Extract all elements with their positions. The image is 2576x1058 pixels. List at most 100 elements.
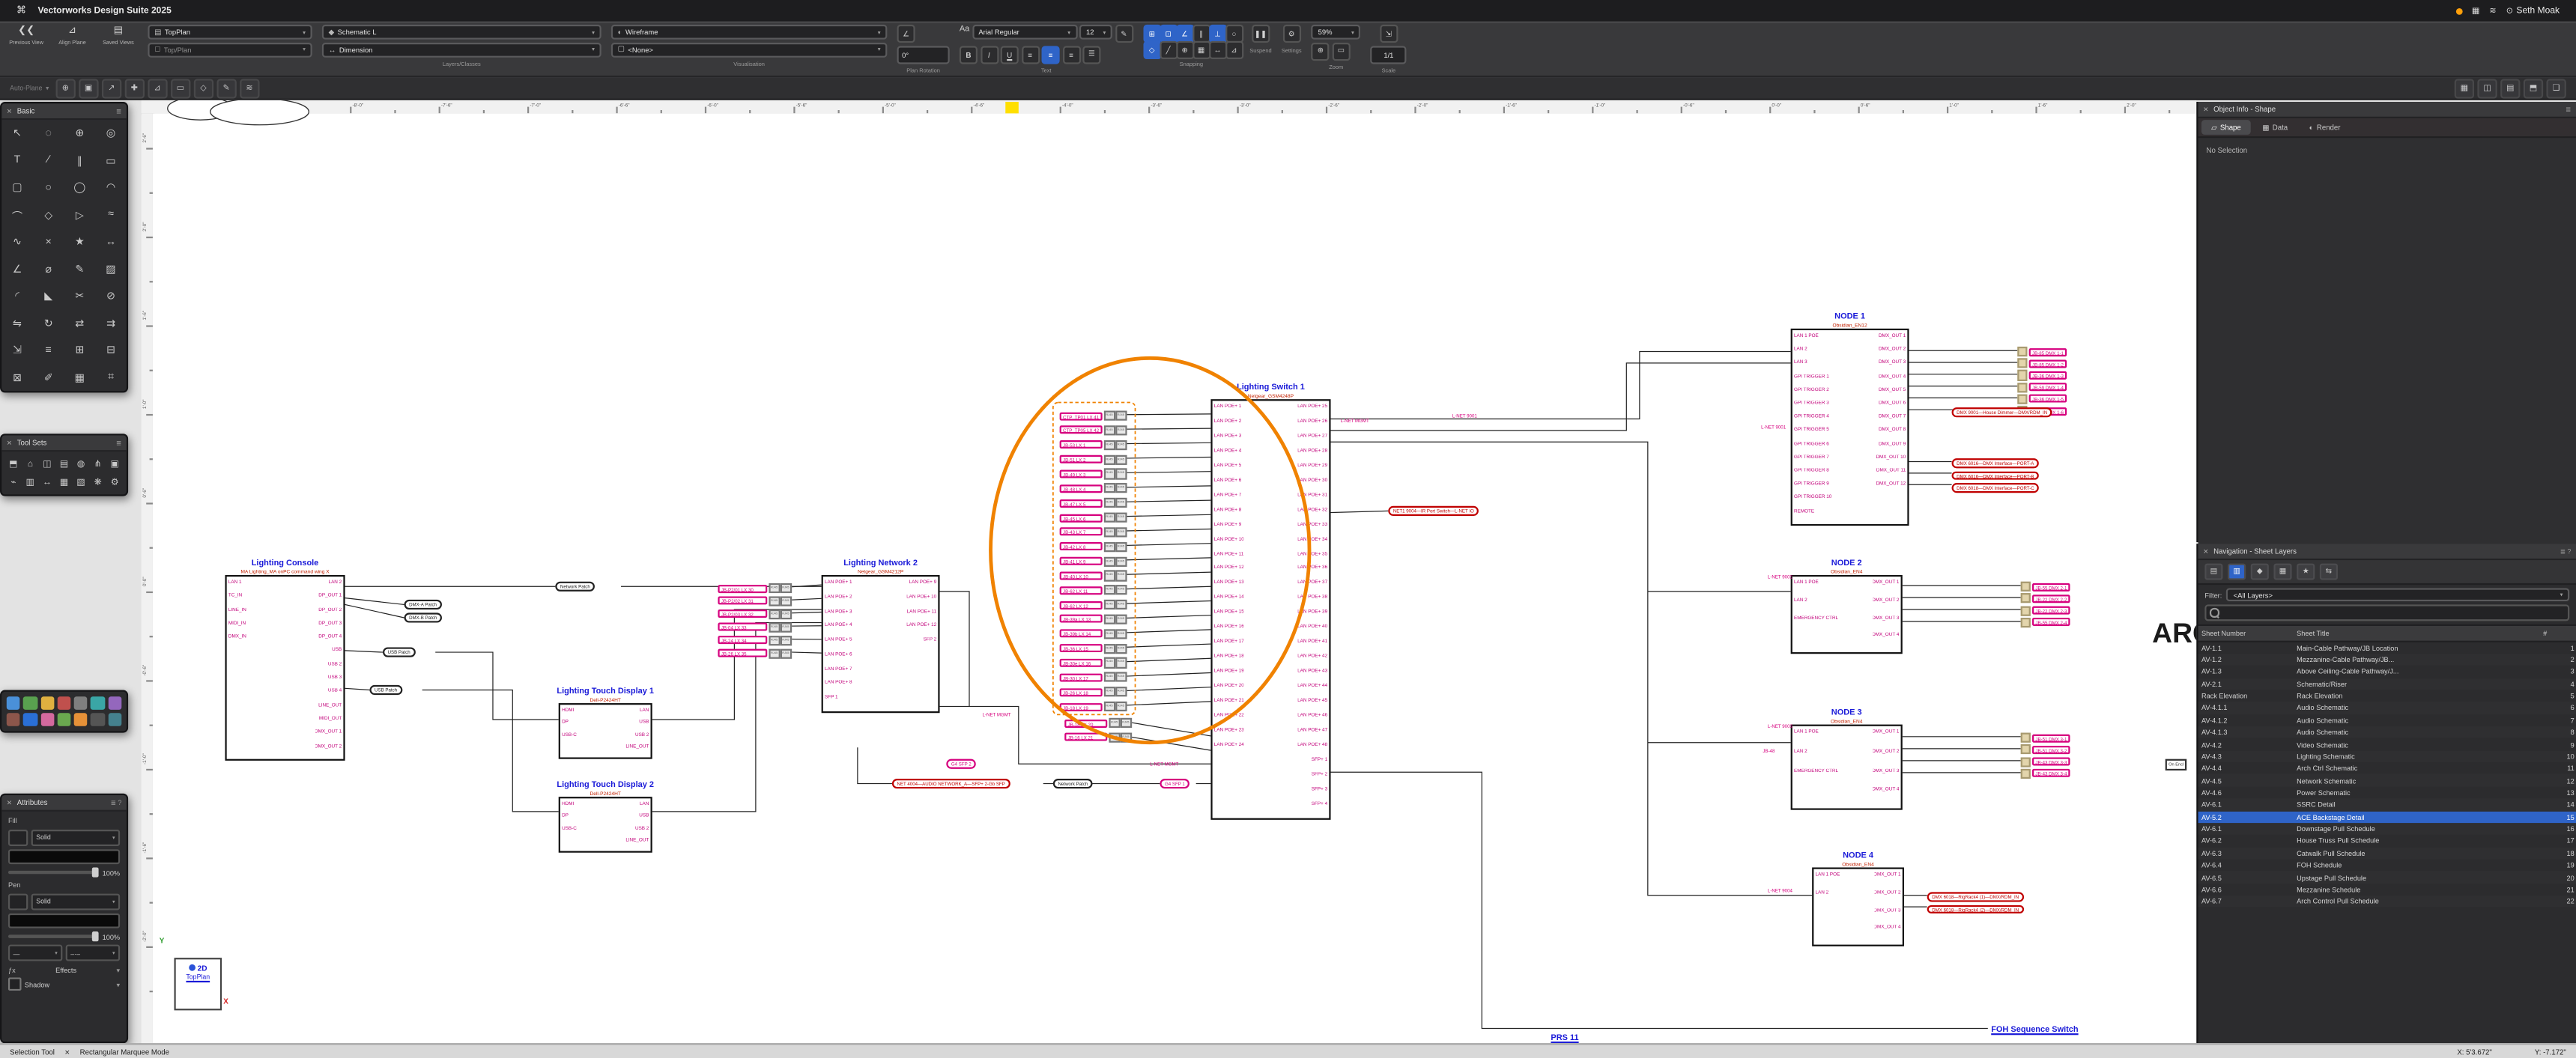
view-option-icon[interactable]: ❏ xyxy=(2546,78,2566,98)
close-icon[interactable]: ✕ xyxy=(2203,105,2208,113)
marquee-zoom-icon[interactable]: ▭ xyxy=(1332,41,1351,61)
tab-data[interactable]: ▦ Data xyxy=(2252,120,2297,135)
eyedropper-tool[interactable]: ✐ xyxy=(33,364,64,391)
tool-mode-icon[interactable]: ✚ xyxy=(124,78,145,98)
tool-mode-icon[interactable]: ⊿ xyxy=(147,78,168,98)
design-layers-icon[interactable]: ▤ xyxy=(2204,563,2223,580)
lighting-switch-1[interactable]: Ligh­ting Switch 1 Netgear_GSM4248P LAN PO… xyxy=(1178,383,1364,820)
align-plane-button[interactable]: ⊿ Align Plane xyxy=(52,25,92,46)
preset-swatch[interactable] xyxy=(40,713,55,726)
scale-tool[interactable]: ⇲ xyxy=(1,337,33,364)
fillet-tool[interactable]: ◜ xyxy=(1,282,33,309)
fit-to-objects-icon[interactable]: ⊕ xyxy=(1311,41,1330,61)
sheet-layer-row[interactable]: AV-4.6 Power Schematic 13 xyxy=(2198,787,2576,799)
palette-menu-icon[interactable]: ≣ xyxy=(2566,105,2571,113)
class-dropdown[interactable]: ◆ Schematic L ▾ xyxy=(321,24,601,40)
auto-plane-dropdown[interactable]: Auto-Plane ▾ xyxy=(10,84,49,92)
sheet-layer-row[interactable]: AV-6.5 Upstage Pull Schedule 20 xyxy=(2198,871,2576,884)
fill-opacity-slider[interactable] xyxy=(7,867,100,878)
polygon-tool[interactable]: ◇ xyxy=(33,201,64,228)
line-tool[interactable]: ∕ xyxy=(33,147,64,174)
sheet-layer-row[interactable]: AV-4.1.3 Audio Schematic 8 xyxy=(2198,726,2576,738)
saved-views-icon[interactable]: ★ xyxy=(2297,563,2315,580)
chamfer-tool[interactable]: ◣ xyxy=(33,282,64,309)
sheet-layer-row[interactable]: AV-4.1.2 Audio Schematic 7 xyxy=(2198,714,2576,726)
tool-mode-icon[interactable]: ▭ xyxy=(170,78,191,98)
tool-mode-icon[interactable]: ↗ xyxy=(101,78,121,98)
video-toolset-icon[interactable]: ▣ xyxy=(106,455,124,473)
radial-dimension-tool[interactable]: ⌀ xyxy=(33,255,64,282)
preset-swatch[interactable] xyxy=(57,696,71,710)
building-toolset-icon[interactable]: ⌂ xyxy=(22,455,39,473)
snap-toggle-icon[interactable]: ╱ xyxy=(1159,40,1178,59)
lighting-touch-display-1[interactable]: Lighting Touch Display 1 Dell-P2424HT HDMI… xyxy=(526,687,685,759)
control-center-icon[interactable]: ▦ xyxy=(2472,6,2479,16)
line-spacing-icon[interactable]: ☰ xyxy=(1082,45,1101,64)
preset-swatch[interactable] xyxy=(6,713,20,726)
attributes-titlebar[interactable]: ✕ Attributes ≣ ? xyxy=(1,794,127,812)
device-box[interactable]: LAN 1 POE LAN 2 EMERGENCY CTRL DMX_OUT 1 DMX… xyxy=(1790,724,1903,810)
close-icon[interactable]: ✕ xyxy=(7,439,12,447)
align-right-icon[interactable]: ≡ xyxy=(1061,45,1081,64)
sheet-layer-row[interactable]: AV-6.1 SSRC Detail 14 xyxy=(2198,798,2576,811)
tool-mode-icon[interactable]: ◇ xyxy=(193,78,213,98)
layer-dropdown[interactable]: ▤ TopPlan ▾ xyxy=(148,24,312,40)
rotate-tool[interactable]: ↻ xyxy=(33,310,64,337)
lighting-console[interactable]: Lighting Console MA Lighting_MA onPC comm… xyxy=(193,559,378,761)
connectcad-toolset-icon[interactable]: ⌁ xyxy=(5,473,22,491)
close-icon[interactable]: ✕ xyxy=(7,798,12,806)
dimension-tool[interactable]: ↔ xyxy=(95,228,127,255)
sheet-layer-row[interactable]: AV-1.2 Mezzanine-Cable Pathway/JB... 2 xyxy=(2198,653,2576,666)
snap-toggle-icon[interactable]: ⊡ xyxy=(1159,24,1178,43)
preset-swatch[interactable] xyxy=(23,713,37,726)
sheet-layer-row[interactable]: Rack Elevation Rack Elevation 5 xyxy=(2198,690,2576,702)
hardscape-toolset-icon[interactable]: ▧ xyxy=(73,473,90,491)
locus-tool[interactable]: × xyxy=(33,228,64,255)
snap-toggle-icon[interactable]: ↔ xyxy=(1208,40,1227,59)
group-tool[interactable]: ⊞ xyxy=(64,337,96,364)
zoom-tool[interactable]: ◎ xyxy=(95,120,127,147)
view-dropdown[interactable]: ◻ Top/Plan ▾ xyxy=(148,41,312,57)
pen-style-icon[interactable] xyxy=(7,893,28,910)
offset-tool[interactable]: ⇉ xyxy=(95,310,127,337)
double-line-tool[interactable]: ∥ xyxy=(64,147,96,174)
scale-icon[interactable]: ⇲ xyxy=(1379,24,1398,43)
snap-toggle-icon[interactable]: ▦ xyxy=(1192,40,1210,59)
trim-tool[interactable]: ✂ xyxy=(64,282,96,309)
basic-palette-titlebar[interactable]: ✕ Basic ≣ xyxy=(1,103,127,121)
lasso-tool[interactable]: ◌ xyxy=(33,120,64,147)
text-style-icon[interactable]: ✎ xyxy=(1115,24,1133,43)
pen-opacity-slider[interactable] xyxy=(7,931,100,942)
user-menu[interactable]: ⊙ Seth Moak xyxy=(2506,6,2560,16)
preset-swatch[interactable] xyxy=(74,713,88,726)
close-icon[interactable]: ✕ xyxy=(7,107,12,115)
view-option-icon[interactable]: ◫ xyxy=(2477,78,2497,98)
sheet-layer-row[interactable]: AV-5.2 ACE Backstage Detail 15 xyxy=(2198,810,2576,823)
sheet-layers-icon[interactable]: ▥ xyxy=(2228,563,2246,580)
bold-button[interactable]: B xyxy=(959,45,978,64)
font-size-dropdown[interactable]: 12 ▾ xyxy=(1079,24,1113,40)
sheet-layer-row[interactable]: AV-6.1 Downstage Pull Schedule 16 xyxy=(2198,822,2576,836)
navigation-titlebar[interactable]: ✕ Navigation - Sheet Layers ≣ ? xyxy=(2198,544,2576,561)
background-render-dropdown[interactable]: ▢ <None> ▾ xyxy=(610,41,888,57)
shadow-checkbox[interactable] xyxy=(7,977,22,991)
view-option-icon[interactable]: ▤ xyxy=(2500,78,2521,98)
tool-mode-icon[interactable]: ≋ xyxy=(239,78,260,98)
fill-style-icon[interactable] xyxy=(7,828,28,845)
plants-toolset-icon[interactable]: ❋ xyxy=(89,473,106,491)
device-box[interactable]: LAN POE+ 1 LAN POE+ 2 LAN POE+ 3 LAN POE+ 4… xyxy=(1210,399,1331,820)
furnishing-toolset-icon[interactable]: ▦ xyxy=(55,473,73,491)
tab-shape[interactable]: ▱ Shape xyxy=(2201,120,2251,135)
palette-menu-icon[interactable]: ≣ ? xyxy=(2560,547,2572,556)
palette-menu-icon[interactable]: ≣ xyxy=(116,439,121,447)
mirror-tool[interactable]: ⇋ xyxy=(1,310,33,337)
machine-design-toolset-icon[interactable]: ⚙ xyxy=(106,473,124,491)
viewports-icon[interactable]: ▦ xyxy=(2273,563,2292,580)
render-mode-dropdown[interactable]: ◐ Wireframe ▾ xyxy=(610,24,888,40)
sheet-layer-row[interactable]: AV-4.4 Arch Ctrl Schematic 11 xyxy=(2198,762,2576,774)
sheet-layer-row[interactable]: AV-1.3 Above Ceiling-Cable Pathway/J... 3 xyxy=(2198,666,2576,678)
apple-menu-icon[interactable]: ⌘ xyxy=(16,5,26,16)
object-info-titlebar[interactable]: ✕ Object Info - Shape ≣ xyxy=(2198,102,2576,118)
freehand-tool[interactable]: ≈ xyxy=(95,201,127,228)
tool-mode-icon[interactable]: ▣ xyxy=(78,78,99,98)
